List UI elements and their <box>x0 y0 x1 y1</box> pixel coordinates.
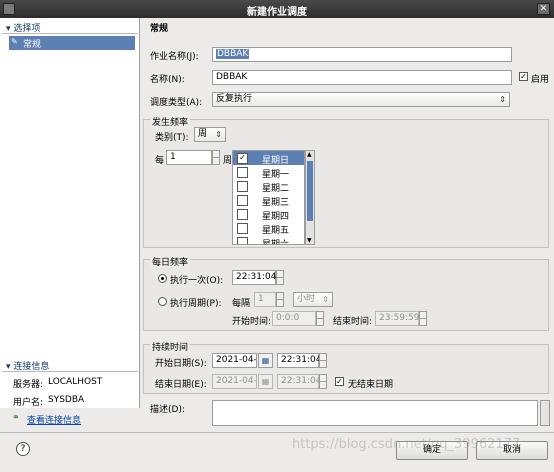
weekday-friday[interactable]: 星期五 <box>233 221 304 236</box>
divider <box>2 371 138 372</box>
weekday-checkbox[interactable] <box>237 167 248 178</box>
weekday-wednesday[interactable]: 星期三 <box>233 193 304 208</box>
weekday-checkbox[interactable] <box>237 181 248 192</box>
watermark: https://blog.csdn.net/qq_39962177 <box>292 437 521 452</box>
connection-icon: ⚭ <box>12 413 20 423</box>
weekday-checkbox[interactable] <box>237 223 248 234</box>
view-connection-link[interactable]: 查看连接信息 <box>27 413 81 426</box>
category-select[interactable]: 周 ⇕ <box>194 127 226 142</box>
name-label: 名称(N): <box>150 75 185 85</box>
every-weeks-spinner[interactable] <box>212 150 220 165</box>
start-date-time-spinner[interactable] <box>319 353 327 368</box>
schedule-type-label: 调度类型(A): <box>150 98 203 108</box>
left-panel <box>0 18 140 408</box>
name-field[interactable]: DBBAK <box>212 70 512 85</box>
window-title: 新建作业调度 <box>247 7 307 18</box>
period-every-label: 每隔 <box>232 299 251 309</box>
schedule-type-select[interactable]: 反复执行 ⇕ <box>212 92 510 107</box>
every-weeks-field[interactable]: 1 <box>166 150 212 165</box>
updown-icon: ⇕ <box>215 130 222 139</box>
weekday-checkbox[interactable]: ✓ <box>237 153 248 164</box>
weekday-label: 星期六 <box>262 240 290 245</box>
scroll-up-icon[interactable]: ▲ <box>307 151 312 158</box>
settings-icon: ✎ <box>11 37 18 46</box>
sidebar-item-label: 常规 <box>23 40 42 50</box>
category-label: 类别(T): <box>155 133 189 143</box>
updown-icon: ⇕ <box>499 95 506 104</box>
weekday-monday[interactable]: 星期一 <box>233 165 304 180</box>
weekday-sunday[interactable]: ✓ 星期日 <box>233 151 304 166</box>
run-once-radio[interactable] <box>158 274 167 283</box>
no-end-date-label: 无结束日期 <box>348 380 394 390</box>
weekday-checkbox[interactable] <box>237 237 248 244</box>
title-bar: 新建作业调度 ✕ <box>0 0 554 18</box>
close-icon[interactable]: ✕ <box>537 3 550 15</box>
week-unit-label: 周 <box>223 156 233 166</box>
end-time-label: 结束时间: <box>333 317 373 327</box>
start-date-field[interactable]: 2021-04-04 <box>212 353 257 368</box>
server-label: 服务器: <box>13 380 44 390</box>
calendar-icon[interactable]: ▦ <box>258 374 273 389</box>
schedule-type-value: 反复执行 <box>216 94 253 104</box>
start-time-of-date-field[interactable]: 22:31:04 <box>277 353 321 368</box>
updown-icon: ⇕ <box>322 295 329 304</box>
start-time-spinner[interactable] <box>316 311 324 326</box>
start-time-field[interactable]: 0:0:0 <box>272 311 316 326</box>
run-once-time[interactable]: 22:31:04 <box>232 270 276 285</box>
period-unit-value: 小时 <box>297 294 316 304</box>
end-date-time-spinner[interactable] <box>319 374 327 389</box>
daily-frequency-title: 每日频率 <box>150 255 191 268</box>
end-time-field[interactable]: 23:59:59 <box>375 311 419 326</box>
period-unit-select[interactable]: 小时 ⇕ <box>293 292 333 307</box>
scroll-thumb[interactable] <box>307 161 313 221</box>
end-time-spinner[interactable] <box>419 311 427 326</box>
server-value: LOCALHOST <box>48 377 103 387</box>
period-every-field[interactable]: 1 <box>254 292 276 307</box>
section-title: 常规 <box>150 24 169 34</box>
period-every-spinner[interactable] <box>276 292 284 307</box>
every-label: 每 <box>155 156 165 166</box>
end-time-of-date-field[interactable]: 22:31:04 <box>277 374 321 389</box>
enabled-label: 启用 <box>531 75 550 85</box>
help-icon[interactable]: ? <box>16 442 30 456</box>
user-value: SYSDBA <box>48 395 85 405</box>
sidebar-item-general[interactable]: ✎ 常规 <box>9 36 135 50</box>
no-end-date-checkbox[interactable]: ✓ <box>335 377 344 386</box>
job-name-value: DBBAK <box>216 49 250 59</box>
weekday-checkbox[interactable] <box>237 195 248 206</box>
user-label: 用户名: <box>13 398 44 408</box>
category-value: 周 <box>198 129 208 139</box>
weekday-thursday[interactable]: 星期四 <box>233 207 304 222</box>
run-periodic-label: 执行周期(P): <box>170 299 222 309</box>
end-date-field[interactable]: 2021-04-05 <box>212 374 257 389</box>
weekday-tuesday[interactable]: 星期二 <box>233 179 304 194</box>
start-date-label: 开始日期(S): <box>155 359 207 369</box>
run-once-spinner[interactable] <box>276 270 284 285</box>
job-name-label: 作业名称(J): <box>150 52 199 62</box>
end-date-label: 结束日期(E): <box>155 380 207 390</box>
enabled-checkbox[interactable]: ✓ <box>519 72 528 81</box>
scroll-down-icon[interactable]: ▼ <box>307 237 312 244</box>
description-label: 描述(D): <box>150 405 185 415</box>
weekday-saturday[interactable]: 星期六 <box>233 235 304 245</box>
duration-title: 持续时间 <box>150 340 191 353</box>
start-time-label: 开始时间: <box>232 317 272 327</box>
run-once-label: 执行一次(O): <box>170 276 224 286</box>
calendar-icon[interactable]: ▦ <box>258 353 273 368</box>
weekday-scrollbar[interactable]: ▲ ▼ <box>305 150 315 245</box>
run-periodic-radio[interactable] <box>158 297 167 306</box>
description-scrollbar[interactable] <box>540 400 550 426</box>
description-field[interactable] <box>212 400 538 426</box>
footer-divider <box>0 432 554 433</box>
frequency-title: 发生频率 <box>150 115 191 128</box>
weekday-checkbox[interactable] <box>237 209 248 220</box>
job-name-field[interactable]: DBBAK <box>212 47 512 62</box>
divider <box>2 33 138 34</box>
weekday-list[interactable]: ✓ 星期日 星期一 星期二 星期三 星期四 星期五 星期六 <box>232 150 305 245</box>
